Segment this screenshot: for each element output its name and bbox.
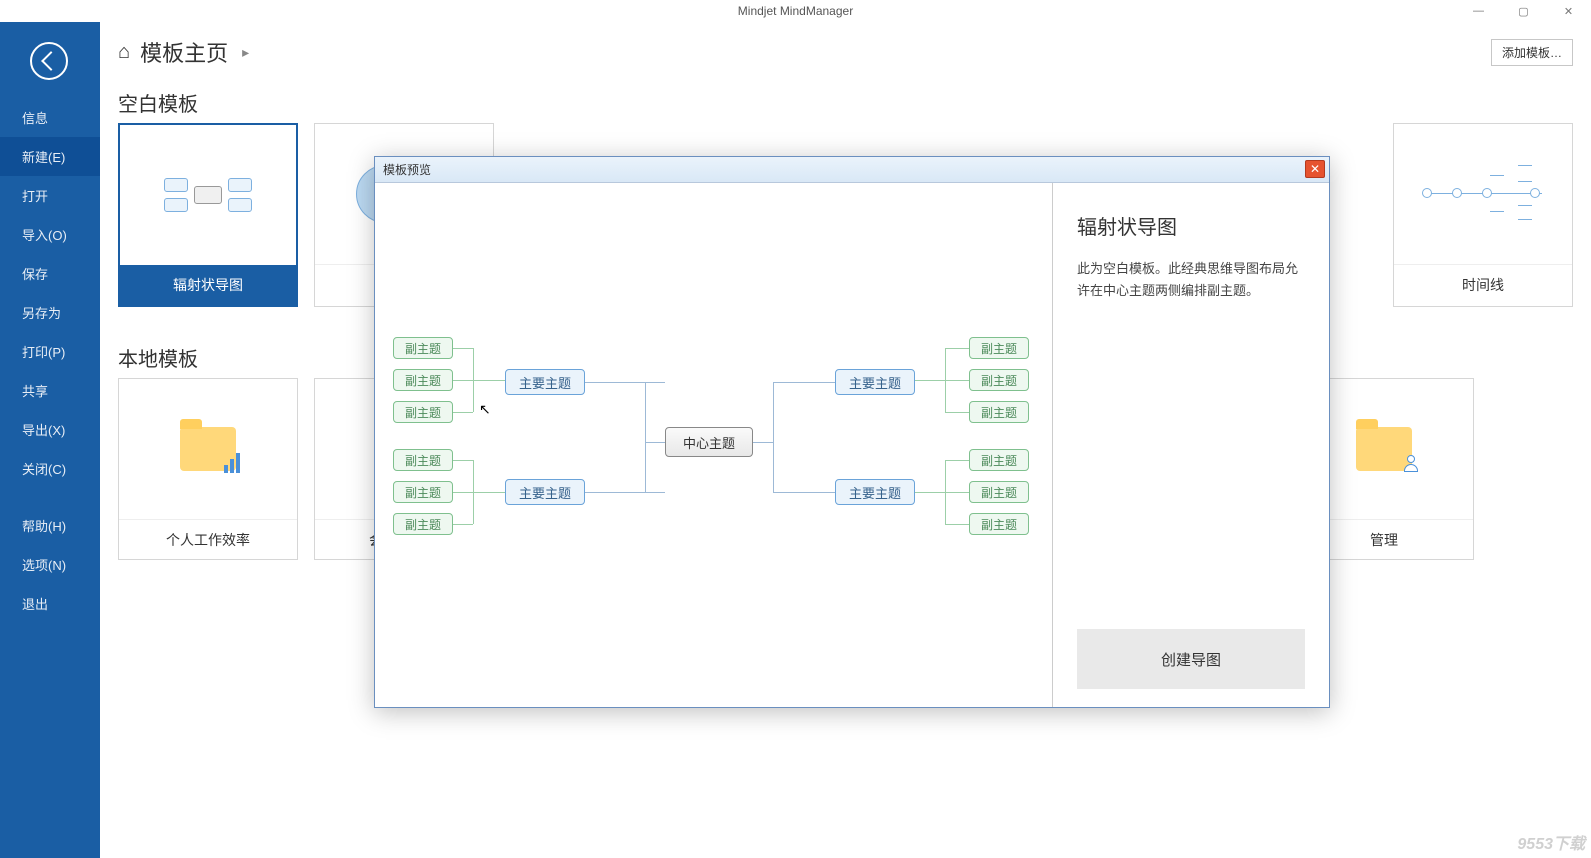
- sidebar-item-help[interactable]: 帮助(H): [0, 506, 100, 545]
- dialog-titlebar[interactable]: 模板预览 ✕: [375, 157, 1329, 183]
- section-blank-title: 空白模板: [100, 76, 1591, 123]
- cursor-icon: ↖: [479, 401, 491, 418]
- node-main: 主要主题: [835, 369, 915, 395]
- folder-thumb: [119, 379, 297, 519]
- node-sub: 副主题: [969, 481, 1029, 503]
- chevron-right-icon: ▸: [242, 44, 249, 61]
- app-title: Mindjet MindManager: [738, 4, 853, 18]
- back-arrow-icon: [41, 51, 61, 71]
- node-sub: 副主题: [393, 337, 453, 359]
- template-thumb-timeline: [1394, 124, 1572, 264]
- sidebar-item-print[interactable]: 打印(P): [0, 332, 100, 371]
- dialog-close-button[interactable]: ✕: [1305, 160, 1325, 178]
- watermark: 9553下载: [1517, 830, 1585, 854]
- maximize-button[interactable]: ▢: [1501, 0, 1546, 22]
- sidebar-item-saveas[interactable]: 另存为: [0, 293, 100, 332]
- template-preview-dialog: 模板预览 ✕ 中心主题 主要主题 主要主题 主要主题 主要主题: [374, 156, 1330, 708]
- add-template-button[interactable]: 添加模板…: [1491, 39, 1573, 66]
- node-main: 主要主题: [505, 479, 585, 505]
- sidebar-item-new[interactable]: 新建(E): [0, 137, 100, 176]
- close-window-button[interactable]: ✕: [1546, 0, 1591, 22]
- template-caption-timeline: 时间线: [1394, 264, 1572, 304]
- titlebar: Mindjet MindManager — ▢ ✕: [0, 0, 1591, 22]
- info-pane: 辐射状导图 此为空白模板。此经典思维导图布局允许在中心主题两侧编排副主题。 创建…: [1053, 183, 1329, 707]
- window-controls: — ▢ ✕: [1456, 0, 1591, 22]
- node-sub: 副主题: [393, 481, 453, 503]
- home-icon[interactable]: ⌂: [118, 41, 130, 64]
- node-sub: 副主题: [393, 401, 453, 423]
- template-card-radial[interactable]: 辐射状导图: [118, 123, 298, 307]
- sidebar-item-info[interactable]: 信息: [0, 98, 100, 137]
- dialog-title: 模板预览: [383, 161, 431, 178]
- node-sub: 副主题: [969, 337, 1029, 359]
- sidebar-item-close[interactable]: 关闭(C): [0, 449, 100, 488]
- template-thumb-radial: [120, 125, 296, 265]
- info-title: 辐射状导图: [1077, 211, 1305, 240]
- sidebar-item-options[interactable]: 选项(N): [0, 545, 100, 584]
- sidebar-item-share[interactable]: 共享: [0, 371, 100, 410]
- local-caption-0: 个人工作效率: [119, 519, 297, 559]
- sidebar-item-exit[interactable]: 退出: [0, 584, 100, 623]
- node-sub: 副主题: [969, 369, 1029, 391]
- sidebar-item-import[interactable]: 导入(O): [0, 215, 100, 254]
- breadcrumb: ⌂ 模板主页 ▸: [118, 36, 249, 68]
- sidebar-item-open[interactable]: 打开: [0, 176, 100, 215]
- node-sub: 副主题: [393, 369, 453, 391]
- info-description: 此为空白模板。此经典思维导图布局允许在中心主题两侧编排副主题。: [1077, 258, 1305, 302]
- file-sidebar: 信息 新建(E) 打开 导入(O) 保存 另存为 打印(P) 共享 导出(X) …: [0, 22, 100, 858]
- local-card-0[interactable]: 个人工作效率: [118, 378, 298, 560]
- sidebar-item-save[interactable]: 保存: [0, 254, 100, 293]
- template-card-timeline[interactable]: 时间线: [1393, 123, 1573, 307]
- minimize-button[interactable]: —: [1456, 0, 1501, 22]
- create-map-button[interactable]: 创建导图: [1077, 629, 1305, 689]
- preview-pane: 中心主题 主要主题 主要主题 主要主题 主要主题 副主题 副主题 副主题: [375, 183, 1053, 707]
- node-center: 中心主题: [665, 427, 753, 457]
- node-sub: 副主题: [393, 449, 453, 471]
- back-button[interactable]: [30, 42, 68, 80]
- node-main: 主要主题: [835, 479, 915, 505]
- template-caption-radial: 辐射状导图: [120, 265, 296, 305]
- node-sub: 副主题: [969, 449, 1029, 471]
- sidebar-item-export[interactable]: 导出(X): [0, 410, 100, 449]
- content-area: ⌂ 模板主页 ▸ 添加模板… 空白模板: [100, 22, 1591, 858]
- node-sub: 副主题: [969, 513, 1029, 535]
- node-main: 主要主题: [505, 369, 585, 395]
- breadcrumb-title: 模板主页: [140, 36, 228, 68]
- node-sub: 副主题: [393, 513, 453, 535]
- node-sub: 副主题: [969, 401, 1029, 423]
